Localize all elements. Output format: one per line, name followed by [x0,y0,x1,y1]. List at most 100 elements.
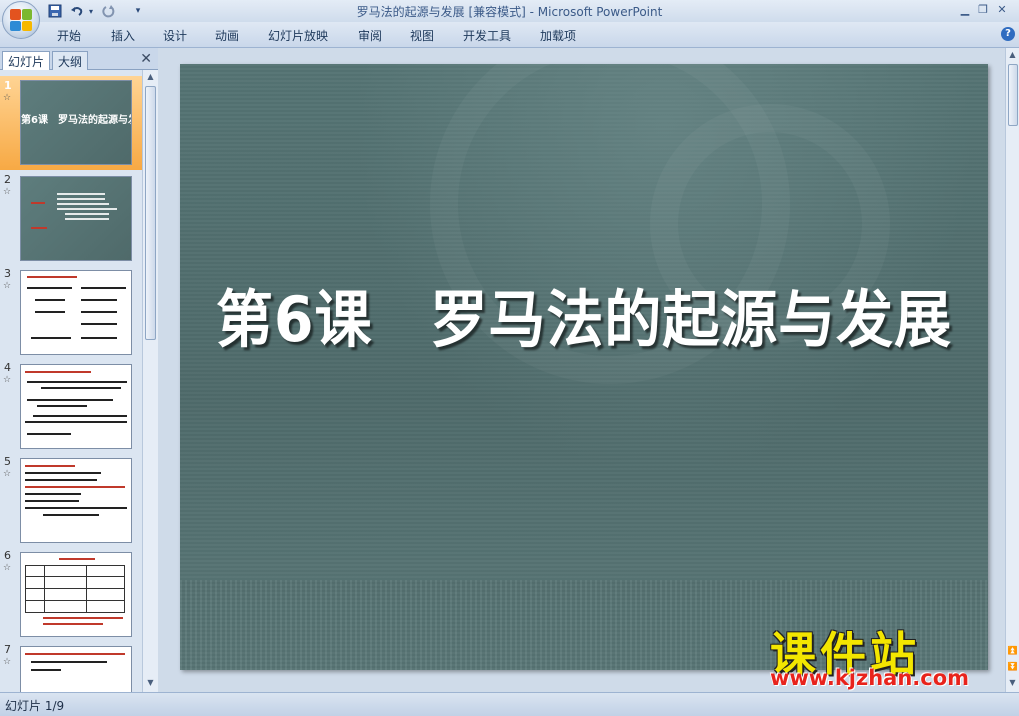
animation-star-icon: ☆ [3,93,12,103]
slide-thumbnail-list: 1 ☆ 第6课 罗马法的起源与发展 2 ☆ 3 ☆ [0,70,142,692]
prev-slide-icon[interactable]: ⏫ [1006,644,1019,658]
slide-number: 6 [4,549,11,562]
office-logo-icon [10,9,32,31]
restore-icon[interactable]: ❐ [975,2,991,18]
thumb-text-line [25,472,101,474]
thumb-table-divider [26,588,124,589]
thumb-text-line [37,405,87,407]
slide-thumbnail-4[interactable]: 4 ☆ [0,358,142,452]
tab-insert[interactable]: 插入 [111,27,135,44]
thumb-title: 第6课 罗马法的起源与发展 [21,115,131,126]
slide-thumbnail-3[interactable]: 3 ☆ [0,264,142,358]
slide-preview [20,364,132,449]
window-title: 罗马法的起源与发展 [兼容模式] - Microsoft PowerPoint [356,5,663,19]
thumb-text-line [81,323,117,325]
thumb-text-line [43,623,103,625]
slide-editor: 第6课 罗马法的起源与发展 ▲ ⏫ ⏬ ▼ [159,48,1019,692]
thumb-text-line [81,287,126,289]
thumb-text-line [25,493,81,495]
tab-outline[interactable]: 大纲 [52,51,89,70]
scroll-down-icon[interactable]: ▼ [143,676,158,690]
slide-thumbnail-1[interactable]: 1 ☆ 第6课 罗马法的起源与发展 [0,76,142,170]
thumb-text-line [27,381,127,383]
slide-preview [20,270,132,355]
tab-design[interactable]: 设计 [163,27,187,44]
thumb-text-line [25,507,127,509]
thumb-text-line [27,287,72,289]
close-pane-icon[interactable]: ✕ [140,51,152,67]
thumb-text-line [57,203,109,205]
thumb-text-line [25,500,79,502]
slide-preview: 第6课 罗马法的起源与发展 [20,80,132,165]
slide-thumbnail-5[interactable]: 5 ☆ [0,452,142,546]
slide-preview [20,176,132,261]
title-bar: ▾ ▾ 罗马法的起源与发展 [兼容模式] - Microsoft PowerPo… [0,0,1019,22]
thumb-text-line [65,218,109,220]
thumb-text-line [31,661,107,663]
minimize-icon[interactable]: ▁ [957,2,973,18]
scroll-down-icon[interactable]: ▼ [1006,676,1019,690]
slide-preview [20,646,132,692]
slide-thumbnail-7[interactable]: 7 ☆ [0,640,142,692]
status-bar: 幻灯片 1/9 [0,692,1019,716]
close-icon[interactable]: ✕ [994,2,1010,18]
thumb-text-line [25,465,75,467]
thumb-text-line [25,479,97,481]
tab-slideshow[interactable]: 幻灯片放映 [268,27,328,44]
thumb-text-line [25,486,125,488]
tab-review[interactable]: 审阅 [358,27,382,44]
animation-star-icon: ☆ [3,657,12,667]
scroll-thumb[interactable] [145,86,156,340]
slide-thumbnail-6[interactable]: 6 ☆ [0,546,142,640]
thumb-text-line [25,653,125,655]
slide-thumbnail-2[interactable]: 2 ☆ [0,170,142,264]
thumbnail-scrollbar[interactable]: ▲ ▼ [142,70,158,692]
office-button[interactable] [2,1,40,39]
ribbon-tabs: 开始 插入 设计 动画 幻灯片放映 审阅 视图 开发工具 加载项 ? [0,22,1019,48]
slide-preview [20,552,132,637]
slide-number: 5 [4,455,11,468]
watermark-url: www.kjzhan.com [770,666,970,690]
animation-star-icon: ☆ [3,563,12,573]
tab-view[interactable]: 视图 [410,27,434,44]
thumb-text-line [43,514,99,516]
thumb-table-divider [86,566,87,612]
animation-star-icon: ☆ [3,281,12,291]
thumb-text-line [35,311,65,313]
slide-indicator: 幻灯片 1/9 [5,699,65,713]
slide-number: 1 [4,79,12,92]
tab-addins[interactable]: 加载项 [540,27,576,44]
thumb-text-line [59,558,95,560]
thumb-text-line [31,337,71,339]
tab-slides[interactable]: 幻灯片 [2,51,51,70]
next-slide-icon[interactable]: ⏬ [1006,660,1019,674]
thumb-text-line [31,669,61,671]
scroll-up-icon[interactable]: ▲ [1006,48,1019,62]
thumb-text-line [43,617,123,619]
current-slide[interactable]: 第6课 罗马法的起源与发展 [180,64,988,670]
thumb-text-line [31,227,47,229]
slide-number: 2 [4,173,11,186]
thumb-text-line [27,276,77,278]
thumb-text-line [25,371,91,373]
animation-star-icon: ☆ [3,187,12,197]
slide-number: 7 [4,643,11,656]
help-icon[interactable]: ? [1001,27,1015,41]
scroll-thumb[interactable] [1008,64,1018,126]
thumb-table-divider [26,600,124,601]
slide-number: 3 [4,267,11,280]
scroll-up-icon[interactable]: ▲ [143,70,158,84]
thumb-text-line [81,299,117,301]
thumb-text-line [65,213,109,215]
thumb-text-line [27,433,71,435]
tab-home[interactable]: 开始 [57,27,81,44]
thumb-table-divider [26,576,124,577]
thumb-text-line [41,387,121,389]
slide-title[interactable]: 第6课 罗马法的起源与发展 [212,269,955,359]
animation-star-icon: ☆ [3,375,12,385]
animation-star-icon: ☆ [3,469,12,479]
thumb-text-line [35,299,65,301]
tab-animation[interactable]: 动画 [215,27,239,44]
slide-scrollbar[interactable]: ▲ ⏫ ⏬ ▼ [1005,48,1019,692]
tab-developer[interactable]: 开发工具 [463,27,511,44]
